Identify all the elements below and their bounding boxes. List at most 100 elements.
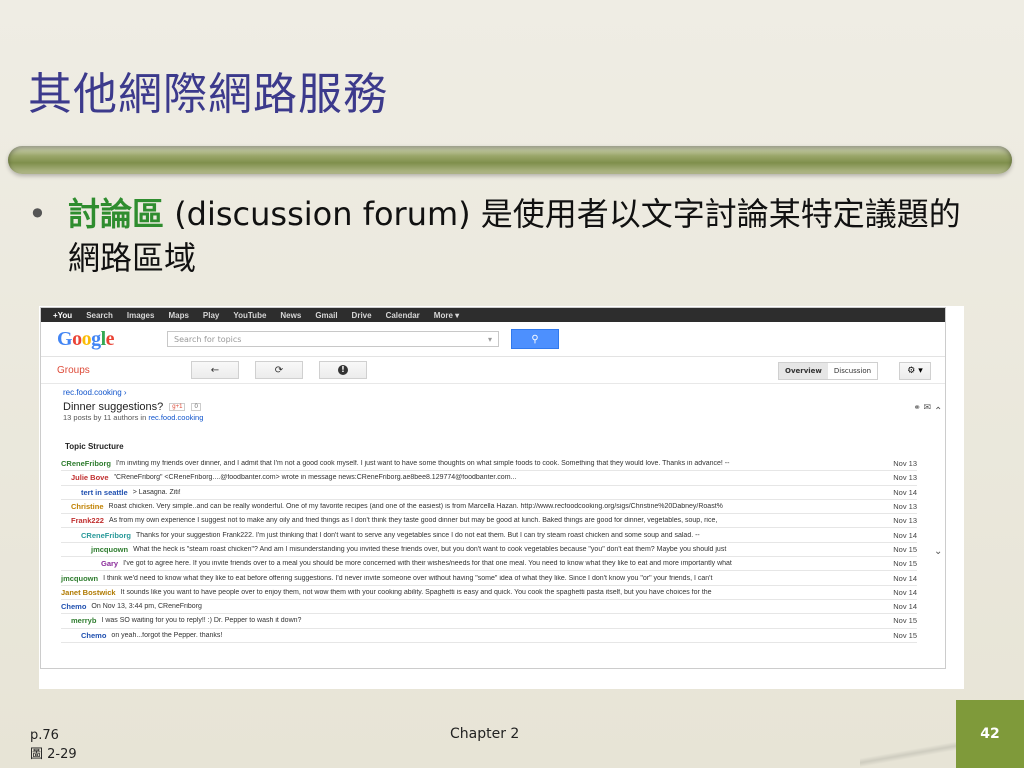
post-author[interactable]: Janet Bostwick [61,588,116,597]
post-author[interactable]: merryb [71,616,96,625]
gbar-link[interactable]: Maps [168,311,188,320]
bullet-point: • 討論區 (discussion forum) 是使用者以文字討論某特定議題的… [28,192,988,280]
gbar-link[interactable]: Gmail [315,311,337,320]
settings-gear-button[interactable]: ⚙ ▾ [899,362,931,380]
email-icon[interactable]: ✉ [923,402,931,412]
post-date: Nov 14 [893,487,917,497]
post-row[interactable]: CReneFriborg Thanks for your suggestion F… [61,528,917,543]
scroll-down-icon[interactable]: ⌄ [934,546,942,557]
post-author[interactable]: Frank222 [71,516,104,525]
refresh-button[interactable]: ⟳ [255,361,303,379]
post-author[interactable]: Christine [71,502,104,511]
topic-header: rec.food.cooking › Dinner suggestions? g… [41,384,945,422]
discussion-tab[interactable]: Discussion [828,363,877,379]
link-icon[interactable]: ⚭ [913,402,921,412]
topic-subject: Dinner suggestions? [63,401,164,413]
post-row[interactable]: Julie Bove "CReneFriborg" <CReneFriborg..… [61,471,917,486]
subject-row: Dinner suggestions? g+1 0 [63,401,945,413]
search-placeholder: Search for topics [174,334,242,344]
gbar-link[interactable]: Calendar [386,311,420,320]
group-link[interactable]: rec.food.cooking [148,413,203,422]
breadcrumb[interactable]: rec.food.cooking › [63,388,945,397]
overview-tab[interactable]: Overview [779,363,828,379]
post-author[interactable]: jmcquown [91,545,128,554]
post-row[interactable]: Chemo On Nov 13, 3:44 pm, CReneFriborg Nov… [61,600,917,615]
post-row[interactable]: jmcquown I think we'd need to know what t… [61,571,917,586]
groups-label[interactable]: Groups [57,365,191,376]
post-author[interactable]: CReneFriborg [61,459,111,468]
post-author[interactable]: Chemo [61,602,86,611]
browser-frame: +You Search Images Maps Play YouTube News Gmail… [40,307,946,669]
post-date: Nov 15 [893,559,917,569]
scroll-up-icon[interactable]: ⌃ [934,406,942,417]
post-date: Nov 14 [893,602,917,612]
post-list: CReneFriborg I'm inviting my friends over… [41,457,945,643]
post-author[interactable]: Julie Bove [71,473,109,482]
bullet-keyword: 討論區 [68,195,165,233]
gplus-button[interactable]: g+1 [169,403,186,411]
post-snippet: I think we'd need to know what they like… [103,574,713,582]
scrollbar[interactable]: ⌃ ⌄ [933,406,945,648]
topic-meta: 13 posts by 11 authors in rec.food.cooki… [63,413,945,422]
post-row[interactable]: tert in seattle > Lasagna. Ziti! Nov 14 [61,486,917,500]
gear-icon: ⚙ ▾ [907,366,923,376]
post-snippet: > Lasagna. Ziti! [132,488,181,496]
post-row[interactable]: CReneFriborg I'm inviting my friends over… [61,457,917,472]
search-button[interactable]: ⚲ [511,329,559,349]
figure-label: 圖 2-29 [30,747,77,762]
post-row[interactable]: merryb I was SO waiting for you to reply!… [61,614,917,629]
back-button[interactable]: ← [191,361,239,379]
post-author[interactable]: Gary [101,559,118,568]
gbar-link[interactable]: YouTube [233,311,266,320]
post-date: Nov 15 [893,544,917,554]
bullet-text: 討論區 (discussion forum) 是使用者以文字討論某特定議題的網路… [68,192,988,280]
post-snippet: Thanks for your suggestion Frank222. I'm… [136,531,700,539]
post-date: Nov 13 [893,473,917,483]
report-button[interactable]: ! [319,361,367,379]
groups-toolbar: Groups ← ⟳ ! Overview Discussion ⚙ ▾ [41,357,945,384]
post-row[interactable]: Gary I've got to agree here. If you invit… [61,557,917,572]
post-row[interactable]: Chemo on yeah...forgot the Pepper. thanks… [61,629,917,643]
search-row: Google Search for topics ▾ ⚲ [41,322,945,357]
post-date: Nov 14 [893,587,917,597]
bullet-body: (discussion forum) 是使用者以文字討論某特定議題的網路區域 [68,195,961,277]
refresh-icon: ⟳ [274,364,284,376]
post-author[interactable]: tert in seattle [81,488,128,497]
post-date: Nov 13 [893,459,917,469]
post-author[interactable]: CReneFriborg [81,531,131,540]
post-author[interactable]: jmcquown [61,574,98,583]
slide-title: 其他網際網路服務 [28,69,388,120]
gbar-link[interactable]: Play [203,311,219,320]
report-icon: ! [338,365,348,375]
post-snippet: It sounds like you want to have people o… [120,588,712,596]
footer-reference: p.76 圖 2-29 [30,726,77,764]
google-groups-screenshot: +You Search Images Maps Play YouTube News Gmail… [39,306,964,689]
post-author[interactable]: Chemo [81,631,106,640]
post-row[interactable]: Frank222 As from my own experience I sugg… [61,514,917,529]
google-logo: Google [57,327,115,350]
dropdown-arrow-icon[interactable]: ▾ [488,335,492,344]
post-snippet: As from my own experience I suggest not … [108,517,718,525]
post-row[interactable]: Christine Roast chicken. Very simple..and… [61,500,917,515]
gbar-link[interactable]: More ▾ [434,311,459,320]
post-row[interactable]: Janet Bostwick It sounds like you want to… [61,586,917,600]
gbar-link[interactable]: Drive [352,311,372,320]
topic-actions: ⚭ ✉ [913,402,931,413]
post-snippet: on yeah...forgot the Pepper. thanks! [111,631,223,639]
post-date: Nov 15 [893,630,917,640]
post-snippet: On Nov 13, 3:44 pm, CReneFriborg [91,603,202,611]
gbar-link[interactable]: +You [53,311,72,320]
gbar-link[interactable]: Images [127,311,155,320]
post-snippet: I've got to agree here. If you invite fr… [123,560,732,568]
post-date: Nov 13 [893,502,917,512]
search-input[interactable]: Search for topics ▾ [167,331,499,347]
decorative-swoosh [860,740,960,768]
post-snippet: Roast chicken. Very simple..and can be r… [108,503,723,511]
post-row[interactable]: jmcquown What the heck is "steam roast ch… [61,543,917,558]
gplus-count: 0 [191,403,201,411]
meta-prefix: 13 posts by 11 authors in [63,413,149,422]
gbar-link[interactable]: News [280,311,301,320]
topic-structure-label: Topic Structure [65,442,124,451]
gbar-link[interactable]: Search [86,311,113,320]
post-date: Nov 13 [893,516,917,526]
